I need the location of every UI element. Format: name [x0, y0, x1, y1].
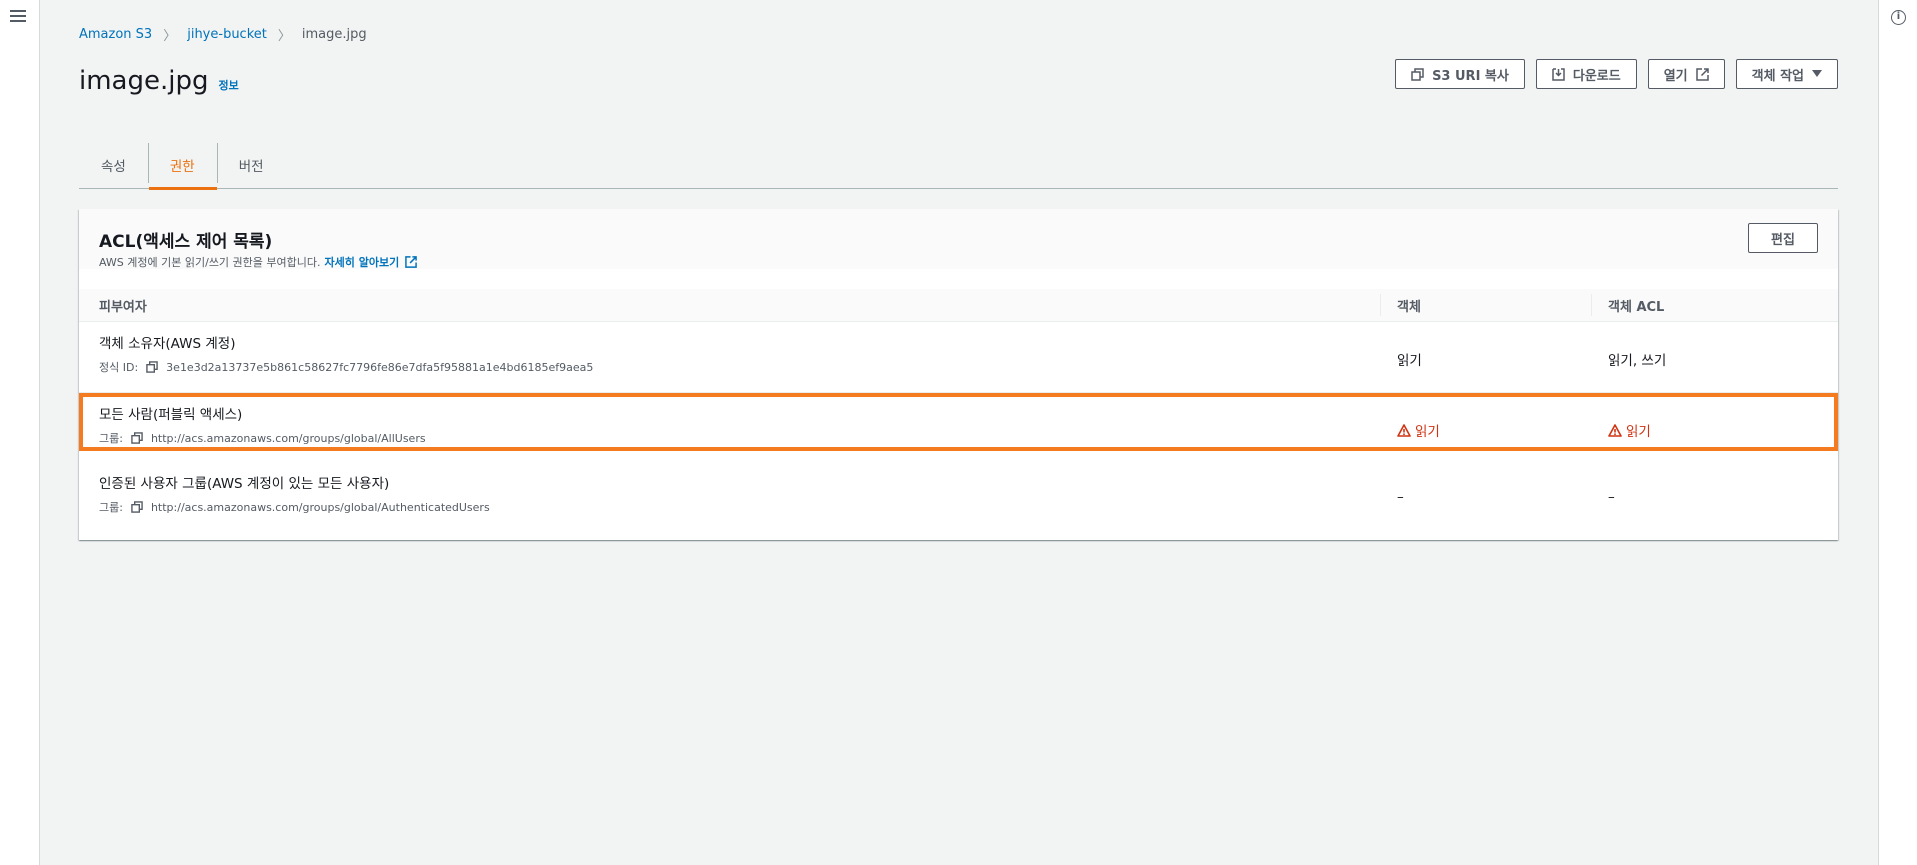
breadcrumb-amazon-s3[interactable]: Amazon S3	[79, 27, 152, 42]
table-row: 객체 소유자(AWS 계정) 정식 ID: 3e1e3d2a13737e5b86…	[79, 322, 1838, 393]
copy-icon[interactable]	[146, 361, 158, 373]
object-actions-dropdown[interactable]: 객체 작업	[1735, 59, 1838, 89]
page-header: image.jpg 정보	[79, 66, 239, 96]
page-title: image.jpg	[79, 66, 209, 96]
grantee-name: 모든 사람(퍼블릭 액세스)	[99, 407, 243, 423]
object-permission: –	[1397, 489, 1404, 505]
canonical-id: 3e1e3d2a13737e5b861c58627fc7796fe86e7dfa…	[166, 360, 594, 374]
chevron-right-icon: 〉	[163, 29, 177, 44]
grantee-detail-label: 그룹:	[99, 501, 123, 514]
object-acl-permission: 읽기, 쓰기	[1608, 353, 1667, 369]
breadcrumb: Amazon S3 〉 jihye-bucket 〉 image.jpg	[79, 25, 367, 44]
acl-description-text: AWS 계정에 기본 읽기/쓰기 권한을 부여합니다.	[99, 256, 321, 269]
acl-panel-header: ACL(액세스 제어 목록) AWS 계정에 기본 읽기/쓰기 권한을 부여합니…	[79, 209, 1838, 269]
tab-list: 속성 권한 버전	[79, 140, 1838, 190]
copy-s3-uri-label: S3 URI 복사	[1432, 68, 1509, 84]
edit-button[interactable]: 편집	[1748, 223, 1818, 253]
copy-icon[interactable]	[131, 501, 143, 513]
caret-down-icon	[1812, 70, 1822, 77]
chevron-right-icon: 〉	[277, 29, 291, 44]
grantee-detail-label: 그룹:	[99, 432, 123, 445]
download-button[interactable]: 다운로드	[1535, 59, 1637, 89]
external-link-icon	[1695, 67, 1709, 81]
table-row: 모든 사람(퍼블릭 액세스) 그룹: http://acs.amazonaws.…	[79, 393, 1838, 451]
column-divider	[1591, 294, 1592, 316]
object-permission: 읽기	[1397, 353, 1422, 369]
grantee-detail: 정식 ID: 3e1e3d2a13737e5b861c58627fc7796fe…	[99, 359, 593, 375]
hamburger-menu-icon[interactable]	[10, 10, 26, 24]
tab-versions[interactable]: 버전	[216, 140, 286, 189]
group-uri: http://acs.amazonaws.com/groups/global/A…	[150, 431, 426, 445]
grantee-detail: 그룹: http://acs.amazonaws.com/groups/glob…	[99, 430, 426, 446]
copy-icon	[1411, 67, 1424, 81]
external-link-icon	[405, 256, 418, 268]
copy-icon[interactable]	[131, 432, 143, 444]
grantee-detail: 그룹: http://acs.amazonaws.com/groups/glob…	[99, 499, 490, 515]
left-navigation-rail	[0, 0, 40, 865]
object-acl-permission: –	[1608, 489, 1615, 505]
warning-icon	[1397, 423, 1411, 437]
grantee-detail-label: 정식 ID:	[99, 361, 139, 374]
open-label: 열기	[1663, 68, 1688, 84]
download-label: 다운로드	[1572, 68, 1621, 84]
grantee-name: 객체 소유자(AWS 계정)	[99, 336, 236, 352]
acl-table-header: 피부여자 객체 객체 ACL	[79, 289, 1838, 322]
breadcrumb-current: image.jpg	[301, 27, 367, 42]
column-header-object: 객체	[1397, 300, 1421, 315]
group-uri: http://acs.amazonaws.com/groups/global/A…	[150, 500, 490, 514]
acl-title: ACL(액세스 제어 목록)	[99, 232, 273, 252]
column-header-grantee: 피부여자	[99, 300, 147, 315]
object-acl-permission: 읽기	[1608, 420, 1651, 440]
learn-more-link[interactable]: 자세히 알아보기	[325, 254, 418, 270]
grantee-name: 인증된 사용자 그룹(AWS 계정이 있는 모든 사용자)	[99, 476, 390, 492]
object-actions-label: 객체 작업	[1751, 68, 1804, 84]
copy-s3-uri-button[interactable]: S3 URI 복사	[1395, 59, 1525, 89]
object-permission-label: 읽기	[1415, 424, 1440, 440]
column-header-object-acl: 객체 ACL	[1608, 300, 1665, 315]
object-acl-permission-label: 읽기	[1626, 424, 1651, 440]
info-link[interactable]: 정보	[218, 77, 238, 93]
warning-icon	[1608, 423, 1622, 437]
tab-properties[interactable]: 속성	[79, 140, 148, 189]
breadcrumb-bucket[interactable]: jihye-bucket	[187, 27, 267, 42]
table-row: 인증된 사용자 그룹(AWS 계정이 있는 모든 사용자) 그룹: http:/…	[79, 462, 1838, 533]
download-icon	[1552, 67, 1565, 81]
acl-description: AWS 계정에 기본 읽기/쓰기 권한을 부여합니다. 자세히 알아보기	[99, 254, 418, 270]
open-button[interactable]: 열기	[1647, 59, 1725, 89]
object-permission: 읽기	[1397, 420, 1440, 440]
main-content: Amazon S3 〉 jihye-bucket 〉 image.jpg ima…	[40, 0, 1878, 865]
tab-permissions[interactable]: 권한	[147, 140, 217, 190]
acl-panel: ACL(액세스 제어 목록) AWS 계정에 기본 읽기/쓰기 권한을 부여합니…	[79, 209, 1838, 540]
info-icon[interactable]: i	[1891, 10, 1906, 25]
learn-more-label: 자세히 알아보기	[324, 256, 400, 269]
right-tools-rail: i	[1878, 0, 1917, 865]
header-actions: S3 URI 복사 다운로드 열기 객체 작업	[1395, 59, 1838, 89]
column-divider	[1380, 294, 1381, 316]
